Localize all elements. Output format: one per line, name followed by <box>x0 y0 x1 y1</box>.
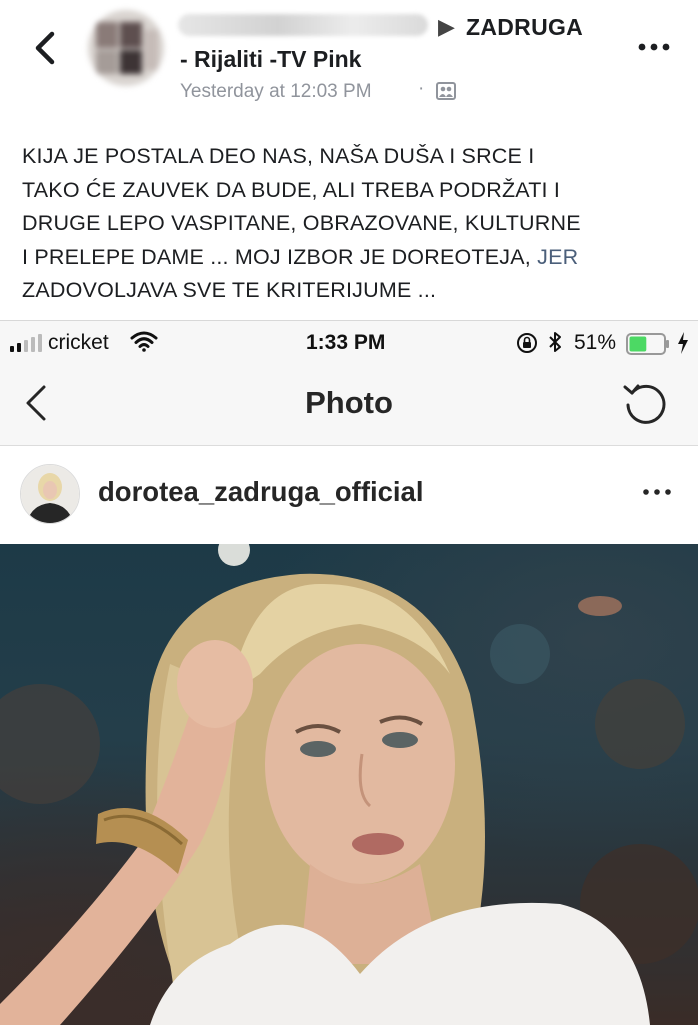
post-text-line: I PRELEPE DAME ... MOJ IZBOR JE DOREOTEJ… <box>22 241 682 275</box>
post-text-line: ZADOVOLJAVA SVE TE KRITERIJUME ... <box>22 278 437 302</box>
meta-separator: · <box>418 78 425 99</box>
instagram-nav-bar: Photo <box>0 365 698 446</box>
signal-strength-icon <box>10 334 42 352</box>
post-text-line: TAKO ĆE ZAUVEK DA BUDE, ALI TREBA PODRŽA… <box>22 177 561 202</box>
status-bar: cricket 1:33 PM 51% <box>0 321 698 365</box>
author-name-blurred[interactable] <box>178 14 428 36</box>
post-text-line: KIJA JE POSTALA DEO NAS, NAŠA DUŠA I SRC… <box>22 144 535 168</box>
portrait-photo-illustration <box>0 544 698 1025</box>
instagram-post-header: dorotea_zadruga_official <box>0 446 698 544</box>
status-clock: 1:33 PM <box>306 331 386 354</box>
refresh-icon[interactable] <box>620 379 670 429</box>
rotation-lock-icon <box>517 333 537 353</box>
carrier-name: cricket <box>48 331 109 354</box>
group-arrow-icon: ▶ <box>438 14 455 39</box>
author-avatar-blurred[interactable] <box>88 10 164 86</box>
battery-fill <box>629 336 647 352</box>
page-title: Photo <box>305 385 393 420</box>
post-username[interactable]: dorotea_zadruga_official <box>98 476 424 508</box>
post-text-line-part: I PRELEPE DAME ... MOJ IZBOR JE DOREOTEJ… <box>22 244 538 269</box>
battery-icon <box>626 333 669 355</box>
back-arrow-icon[interactable] <box>28 28 62 68</box>
post-body-text: KIJA JE POSTALA DEO NAS, NAŠA DUŠA I SRC… <box>22 140 682 308</box>
group-name[interactable]: ZADRUGA <box>466 14 583 41</box>
post-timestamp[interactable]: Yesterday at 12:03 PM <box>180 81 372 103</box>
post-photo[interactable] <box>0 544 698 1025</box>
bluetooth-icon <box>549 332 561 352</box>
group-name-continued[interactable]: - Rijaliti -TV Pink <box>180 46 361 73</box>
fb-post-header: ▶ ZADRUGA - Rijaliti -TV Pink Yesterday … <box>0 0 698 112</box>
profile-avatar[interactable] <box>20 464 80 524</box>
friends-audience-icon[interactable] <box>436 82 456 100</box>
profile-photo-icon <box>21 465 79 523</box>
more-options-icon[interactable] <box>634 34 674 60</box>
charging-bolt-icon <box>678 332 688 354</box>
post-text-line: DRUGE LEPO VASPITANE, OBRAZOVANE, KULTUR… <box>22 211 581 235</box>
embedded-instagram-screenshot[interactable]: cricket 1:33 PM 51% Photo dorotea_zadrug… <box>0 320 698 1025</box>
battery-percentage: 51% <box>574 331 617 354</box>
wifi-icon <box>130 331 158 352</box>
post-text-faded-word: JER <box>537 244 579 269</box>
post-options-icon[interactable] <box>640 482 674 502</box>
